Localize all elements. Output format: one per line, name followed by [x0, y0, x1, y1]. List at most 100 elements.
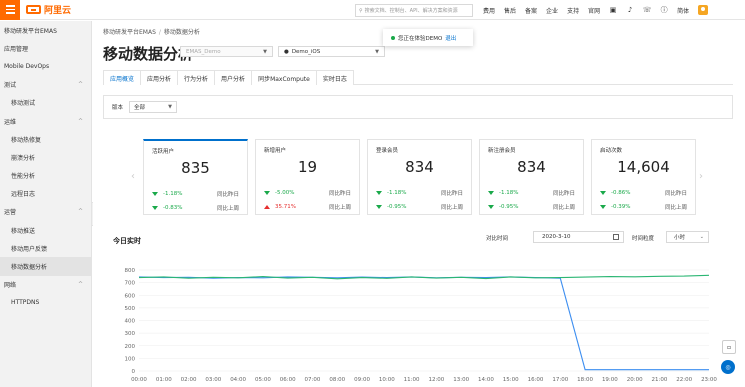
sidebar-item-label: HTTPDNS — [11, 299, 40, 307]
granularity-label: 时间粒度 — [632, 236, 655, 242]
realtime-title: 今日实时 — [113, 237, 141, 245]
sidebar-item[interactable]: 运维 ^ — [0, 112, 91, 130]
carousel-next-icon[interactable]: › — [699, 171, 703, 182]
tab-1[interactable]: 应用分析 — [140, 70, 179, 85]
search-placeholder: 搜索文档、控制台、API、解决方案和资源 — [364, 8, 458, 14]
metric-card[interactable]: 活跃用户 835 -1.18% 同比昨日 -0.83% 同比上周 — [143, 139, 248, 215]
metric-value: 834 — [517, 158, 546, 176]
trend-down-icon — [376, 205, 382, 209]
sidebar-item[interactable]: 移动用户反馈 — [0, 239, 91, 257]
sidebar-item[interactable]: 测试 ^ — [0, 76, 91, 94]
metric-day-label: 同比昨日 — [216, 192, 239, 198]
x-tick-label: 13:00 — [453, 377, 469, 383]
metric-cards: 活跃用户 835 -1.18% 同比昨日 -0.83% 同比上周 新增用户 19 -5.00% 同… — [143, 139, 696, 215]
x-tick-label: 08:00 — [329, 377, 345, 383]
realtime-line-chart: 0 100 200 300 400 500 600 700 800 00:00 01:00 02:00… — [125, 268, 718, 383]
metric-week-label: 同比上周 — [552, 205, 575, 211]
x-tick-label: 22:00 — [676, 377, 692, 383]
sidebar-item[interactable]: 性能分析 — [0, 167, 91, 185]
cart-icon[interactable]: ☏ — [643, 6, 652, 14]
breadcrumb-root[interactable]: 移动研发平台EMAS — [103, 29, 156, 36]
chevron-down-icon: ⌄ — [699, 234, 704, 240]
metric-day-compare: -0.86% 同比昨日 — [600, 189, 687, 197]
metric-card[interactable]: 启动次数 14,604 -0.86% 同比昨日 -0.39% 同比上周 — [591, 139, 696, 215]
avatar[interactable] — [698, 5, 709, 15]
sidebar-item-label: 移动数据分析 — [11, 264, 48, 272]
sidebar-item[interactable]: 运营 ^ — [0, 203, 91, 221]
chat-icon[interactable]: ▫ — [722, 340, 736, 354]
exit-demo-link[interactable]: 退出 — [445, 34, 456, 42]
metric-day-pct: -1.18% — [163, 191, 183, 197]
sidebar-item-label: 移动热修复 — [11, 136, 42, 144]
sidebar-item[interactable]: 应用管理 — [0, 39, 91, 57]
sidebar-item[interactable]: 移动数据分析 — [0, 257, 91, 276]
tab-bar: 应用概览 应用分析 行为分析 用户分析 同步MaxCompute 实时日志 — [103, 70, 733, 85]
apple-icon: ● — [284, 48, 289, 55]
sidebar-item[interactable]: 远程日志 — [0, 185, 91, 203]
nav-website[interactable]: 官网 — [588, 6, 600, 15]
sidebar-item-label: 网络 — [4, 282, 17, 290]
main-content: 移动研发平台EMAS / 移动数据分析 移动数据分析 EMAS_Demo ▼ ● D… — [93, 21, 745, 387]
metric-card[interactable]: 新增用户 19 -5.00% 同比昨日 35.71% 同比上周 — [255, 139, 360, 215]
sidebar-item-label: 运营 — [4, 209, 17, 217]
metric-day-label: 同比昨日 — [440, 191, 463, 197]
sidebar-item[interactable]: 移动研发平台EMAS — [0, 21, 91, 39]
sidebar-item-label: 移动用户反馈 — [11, 245, 48, 253]
bell-icon[interactable]: ♪ — [626, 6, 634, 14]
metric-day-compare: -1.18% 同比昨日 — [488, 189, 575, 197]
trend-down-icon — [376, 191, 382, 195]
nav-aftersales[interactable]: 售后 — [504, 6, 516, 15]
metric-day-compare: -1.18% 同比昨日 — [376, 189, 463, 197]
menu-icon[interactable] — [0, 0, 20, 20]
metric-week-pct: -0.95% — [499, 204, 519, 210]
app-select[interactable]: EMAS_Demo ▼ — [180, 46, 273, 57]
compare-date-picker[interactable]: 2020-3-10 — [533, 231, 624, 243]
metric-week-pct: -0.83% — [163, 205, 183, 211]
metric-day-compare: -5.00% 同比昨日 — [264, 189, 351, 197]
brand-logo[interactable]: 阿里云 — [26, 3, 71, 16]
metric-card[interactable]: 新注册会员 834 -1.18% 同比昨日 -0.95% 同比上周 — [479, 139, 584, 215]
chevron-up-icon: ^ — [77, 208, 83, 216]
x-tick-label: 01:00 — [156, 377, 172, 383]
search-input[interactable]: ⚲ 搜索文档、控制台、API、解决方案和资源 — [355, 4, 473, 17]
assistant-icon[interactable]: ◎ — [721, 360, 735, 374]
trend-down-icon — [600, 205, 606, 209]
x-tick-label: 18:00 — [577, 377, 593, 383]
help-icon[interactable]: ⓘ — [660, 6, 668, 14]
x-tick-label: 04:00 — [230, 377, 246, 383]
tab-5[interactable]: 实时日志 — [315, 70, 354, 85]
x-tick-label: 09:00 — [354, 377, 370, 383]
metric-week-compare: 35.71% 同比上周 — [264, 203, 351, 211]
nav-support[interactable]: 支持 — [567, 6, 579, 15]
tab-0[interactable]: 应用概览 — [103, 70, 142, 85]
language-switch[interactable]: 简体 — [677, 6, 689, 15]
version-select[interactable]: 全部 ▼ — [129, 101, 178, 113]
sidebar-item[interactable]: 网络 ^ — [0, 276, 91, 294]
carousel-prev-icon[interactable]: ‹ — [131, 171, 135, 182]
x-tick-label: 05:00 — [255, 377, 271, 383]
x-tick-label: 02:00 — [181, 377, 197, 383]
x-tick-label: 19:00 — [602, 377, 618, 383]
sidebar: 移动研发平台EMAS 应用管理 Mobile DevOps 测试 ^ 移动测试 运维 ^ 移动热… — [0, 21, 92, 387]
sidebar-item[interactable]: Mobile DevOps — [0, 57, 91, 75]
screen-icon[interactable]: ▣ — [609, 6, 617, 14]
tab-2[interactable]: 行为分析 — [177, 70, 216, 85]
x-tick-label: 20:00 — [627, 377, 643, 383]
x-tick-label: 21:00 — [652, 377, 668, 383]
sidebar-item[interactable]: 崩溃分析 — [0, 148, 91, 166]
nav-fees[interactable]: 费用 — [483, 6, 495, 15]
sidebar-item[interactable]: 移动推送 — [0, 221, 91, 239]
y-tick-label: 200 — [125, 344, 136, 350]
tab-3[interactable]: 用户分析 — [214, 70, 253, 85]
metric-day-label: 同比昨日 — [328, 191, 351, 197]
os-select[interactable]: ● Demo_iOS ▼ — [278, 46, 385, 57]
metric-card[interactable]: 登录会员 834 -1.18% 同比昨日 -0.95% 同比上周 — [367, 139, 472, 215]
granularity-select[interactable]: 小时 ⌄ — [666, 231, 709, 243]
sidebar-item[interactable]: HTTPDNS — [0, 294, 91, 312]
nav-filing[interactable]: 备案 — [525, 6, 537, 15]
nav-enterprise[interactable]: 企业 — [546, 6, 558, 15]
breadcrumb-separator: / — [158, 29, 161, 36]
tab-4[interactable]: 同步MaxCompute — [251, 70, 317, 85]
sidebar-item[interactable]: 移动测试 — [0, 94, 91, 112]
sidebar-item[interactable]: 移动热修复 — [0, 130, 91, 148]
